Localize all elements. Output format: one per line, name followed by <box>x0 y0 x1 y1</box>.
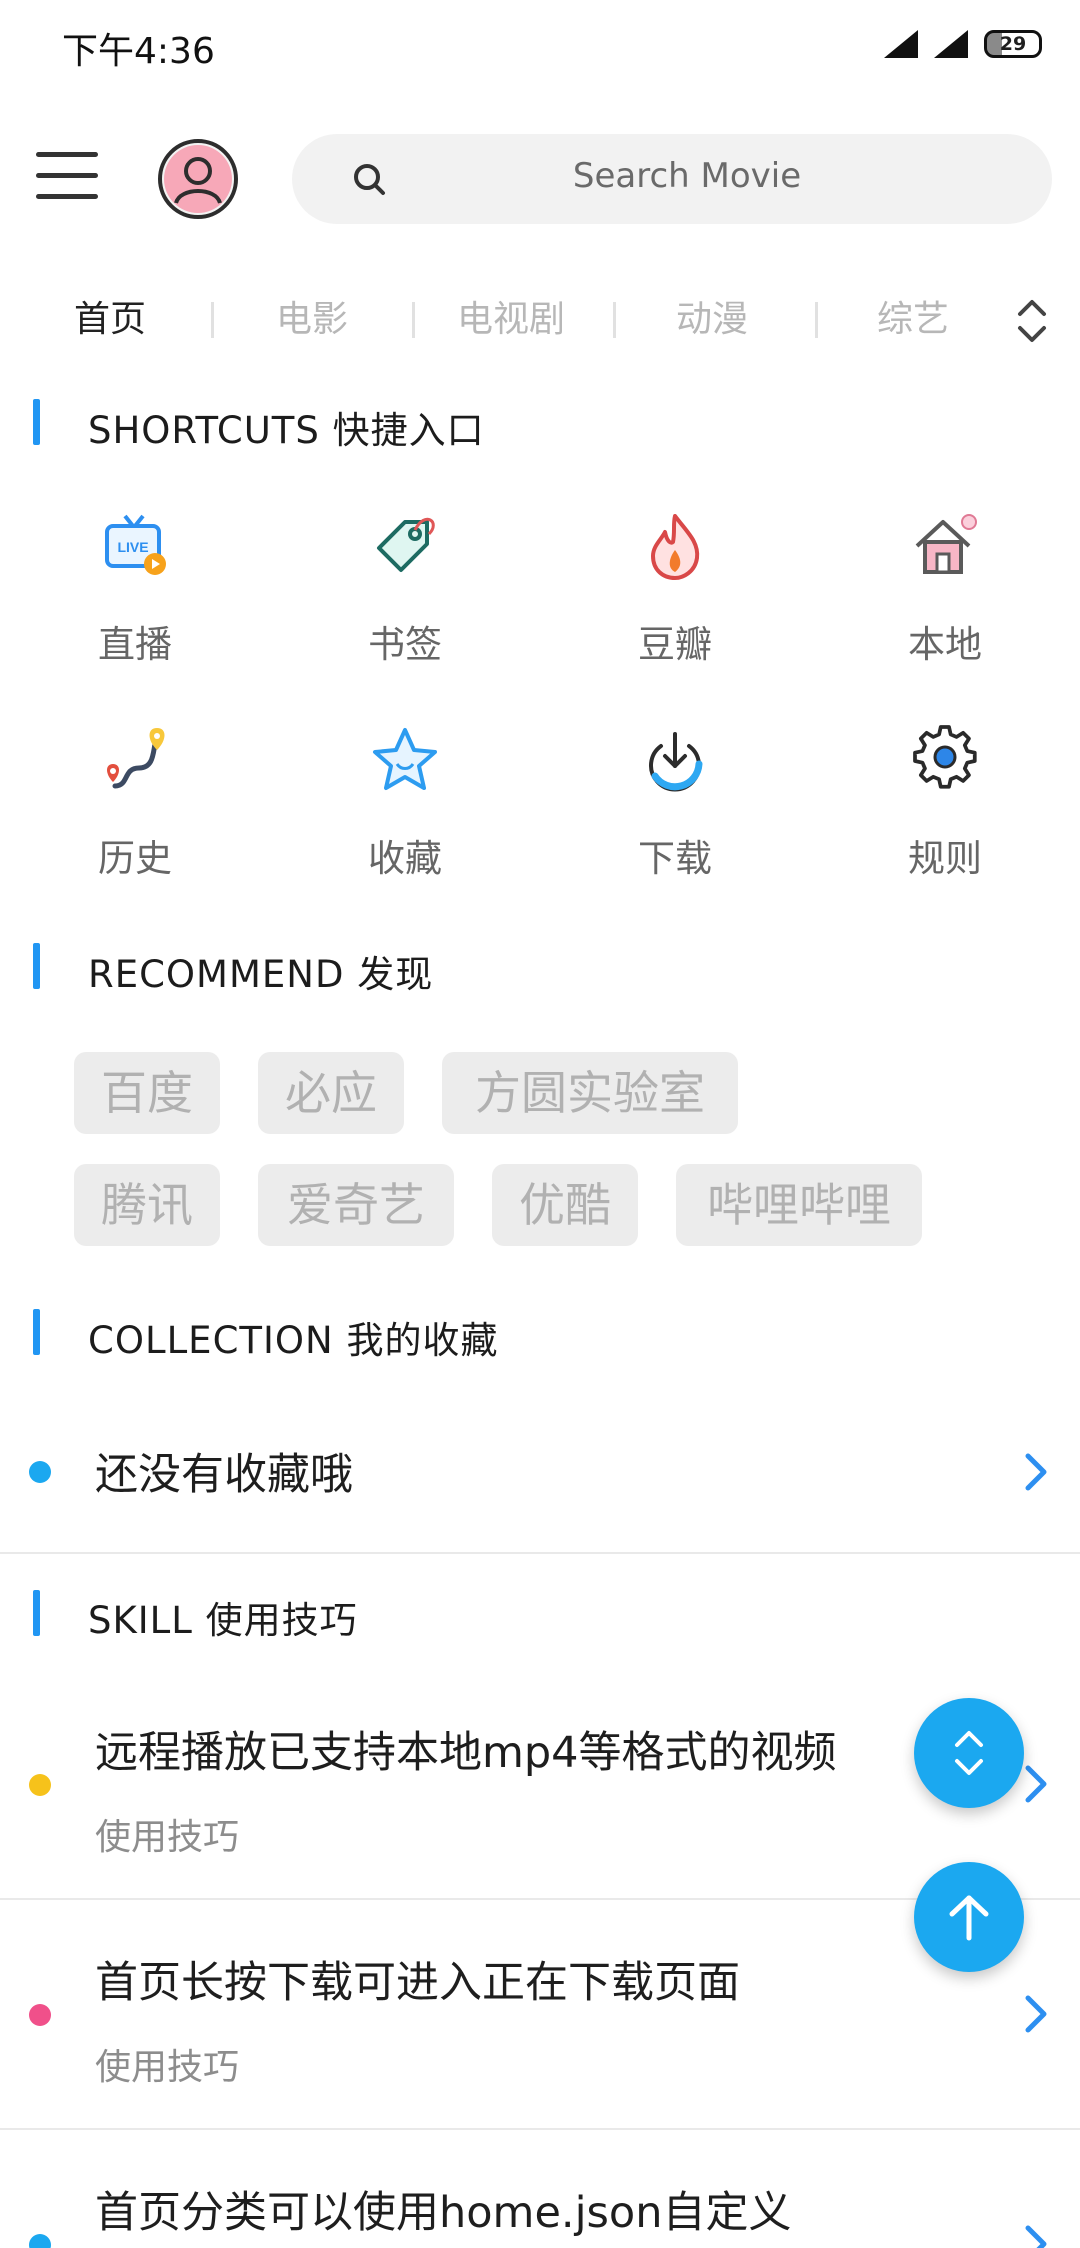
shortcut-favorites[interactable]: 收藏 <box>270 724 540 894</box>
collection-empty-row[interactable]: 还没有收藏哦 <box>0 1400 1080 1552</box>
signal-icon <box>934 30 968 58</box>
status-time: 下午4:36 <box>62 31 215 72</box>
section-title-shortcuts: SHORTCUTS 快捷入口 <box>88 409 485 452</box>
search-bar[interactable]: Search Movie <box>292 134 1052 224</box>
route-pin-icon <box>107 728 165 789</box>
section-marker <box>33 1309 40 1355</box>
tab-tv[interactable]: 电视剧 <box>457 290 565 342</box>
expand-collapse-fab[interactable] <box>914 1698 1024 1808</box>
section-marker <box>33 943 40 989</box>
scroll-top-fab[interactable] <box>914 1862 1024 1972</box>
signal-icon <box>884 30 918 58</box>
shortcut-label: 本地 <box>908 623 982 666</box>
chip-iqiyi[interactable]: 爱奇艺 <box>258 1164 454 1246</box>
shortcut-label: 书签 <box>368 623 442 666</box>
section-marker <box>33 1590 40 1636</box>
tip-title: 首页分类可以使用home.json自定义 <box>95 2188 792 2238</box>
gear-icon <box>913 725 977 789</box>
shortcut-label: 规则 <box>908 837 982 880</box>
chip-baidu[interactable]: 百度 <box>74 1052 220 1134</box>
chevron-right-icon <box>1025 1995 1047 2033</box>
chip-youku[interactable]: 优酷 <box>492 1164 638 1246</box>
arrow-up-icon <box>949 1895 989 1941</box>
flame-icon <box>651 514 700 580</box>
shortcut-local[interactable]: 本地 <box>810 510 1080 680</box>
tip-title: 首页长按下载可进入正在下载页面 <box>95 1958 740 2008</box>
download-icon <box>649 732 703 792</box>
tab-home[interactable]: 首页 <box>74 290 146 342</box>
bullet-dot <box>29 1461 51 1483</box>
section-title-skill: SKILL 使用技巧 <box>88 1599 358 1642</box>
home-icon <box>915 514 977 574</box>
section-title-recommend: RECOMMEND 发现 <box>88 953 434 996</box>
shortcut-label: 直播 <box>98 623 172 666</box>
tab-movie[interactable]: 电影 <box>276 290 348 342</box>
shortcut-live[interactable]: LIVE 直播 <box>0 510 270 680</box>
shortcut-rules[interactable]: 规则 <box>810 724 1080 894</box>
shortcut-label: 历史 <box>98 837 172 880</box>
section-marker <box>33 399 40 445</box>
divider <box>0 1552 1080 1554</box>
bookmark-tag-icon <box>377 517 435 572</box>
shortcut-download[interactable]: 下载 <box>540 724 810 894</box>
shortcut-label: 豆瓣 <box>638 623 712 666</box>
svg-text:LIVE: LIVE <box>117 539 148 555</box>
chip-fangyuan[interactable]: 方圆实验室 <box>442 1052 738 1134</box>
avatar[interactable] <box>158 139 238 219</box>
chip-tencent[interactable]: 腾讯 <box>74 1164 220 1246</box>
menu-button[interactable] <box>36 150 100 202</box>
search-placeholder: Search Movie <box>572 156 802 196</box>
battery-icon: 29 <box>984 30 1042 58</box>
shortcut-label: 下载 <box>638 837 712 880</box>
chevron-right-icon <box>1025 1453 1047 1491</box>
collection-empty-text: 还没有收藏哦 <box>95 1450 353 1500</box>
chevron-up-down-icon <box>955 1731 983 1775</box>
expand-tabs-icon[interactable] <box>1012 296 1052 346</box>
bullet-dot <box>29 2004 51 2026</box>
tip-subtitle: 使用技巧 <box>95 2047 240 2088</box>
category-tabs: 首页 电影 电视剧 动漫 综艺 <box>0 290 1080 350</box>
chevron-right-icon <box>1025 1765 1047 1803</box>
shortcut-history[interactable]: 历史 <box>0 724 270 894</box>
shortcut-bookmark[interactable]: 书签 <box>270 510 540 680</box>
bullet-dot <box>29 2234 51 2248</box>
live-tv-icon: LIVE <box>105 514 166 575</box>
section-title-collection: COLLECTION 我的收藏 <box>88 1319 499 1362</box>
shortcut-label: 收藏 <box>368 837 442 880</box>
bullet-dot <box>29 1774 51 1796</box>
shortcut-douban[interactable]: 豆瓣 <box>540 510 810 680</box>
chevron-right-icon <box>1025 2225 1047 2248</box>
status-icons: 29 <box>884 30 1042 58</box>
tab-anime[interactable]: 动漫 <box>676 290 748 342</box>
chip-bing[interactable]: 必应 <box>258 1052 404 1134</box>
chip-bilibili[interactable]: 哔哩哔哩 <box>676 1164 922 1246</box>
user-icon <box>164 145 232 213</box>
tip-row[interactable]: 远程播放已支持本地mp4等格式的视频 使用技巧 <box>0 1670 1080 1898</box>
tip-title: 远程播放已支持本地mp4等格式的视频 <box>95 1728 837 1778</box>
tip-subtitle: 使用技巧 <box>95 1817 240 1858</box>
star-icon <box>373 728 437 790</box>
tip-row[interactable]: 首页分类可以使用home.json自定义 <box>0 2130 1080 2248</box>
tab-variety[interactable]: 综艺 <box>877 290 949 342</box>
